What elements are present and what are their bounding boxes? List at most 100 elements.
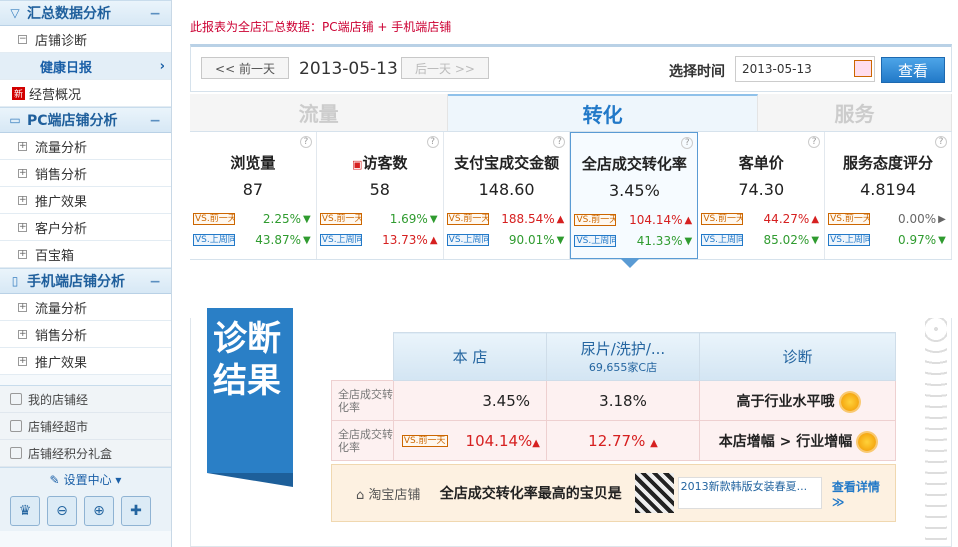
tool-gift-box[interactable]: 店铺经积分礼盒 xyxy=(0,440,171,467)
table-row: 全店成交转化率 3.45% 3.18% 高于行业水平哦 xyxy=(331,380,896,421)
table-row: 全店成交转化率 VS.前一天 104.14%▲ 12.77% ▲ 本店增幅 > 行… xyxy=(331,420,896,461)
trend-down-icon: ▼ xyxy=(429,213,438,225)
chef-icon[interactable]: ♛ xyxy=(10,496,40,526)
tab-service[interactable]: 服务 xyxy=(758,94,952,131)
metric-card[interactable]: ? 全店成交转化率 3.45% VS.前一天104.14%▲ VS.上周同期41.33%… xyxy=(570,132,699,259)
monitor-icon: ▭ xyxy=(9,113,21,127)
metric-card[interactable]: ?服务态度评分 4.8194 VS.前一天0.00%▶ VS.上周同期0.97%▼ xyxy=(825,132,952,259)
book-icon xyxy=(10,393,22,405)
section-title: 汇总数据分析 xyxy=(27,6,111,22)
compare-last-week: VS.上周同期0.97%▼ xyxy=(828,233,948,247)
current-date: 2013-05-13 xyxy=(299,59,398,79)
date-controls: << 前一天 2013-05-13 后一天 >> 选择时间 查看 xyxy=(190,44,952,92)
arrow-up-icon: ▲ xyxy=(532,437,540,449)
compare-last-week: VS.上周同期85.02%▼ xyxy=(701,233,821,247)
nav-health-daily[interactable]: 健康日报 › xyxy=(0,53,171,80)
metric-name: ▣访客数 xyxy=(352,154,408,172)
trend-down-icon: ▼ xyxy=(303,234,311,246)
spiral-decoration xyxy=(925,318,947,547)
metric-value: 4.8194 xyxy=(860,180,917,199)
nav-mobile-sales[interactable]: + 销售分析 xyxy=(0,321,171,348)
section-mobile[interactable]: ▯ 手机端店铺分析 − xyxy=(0,268,171,294)
section-summary[interactable]: ▽ 汇总数据分析 − xyxy=(0,0,171,26)
compare-last-week: VS.上周同期41.33%▼ xyxy=(574,234,694,248)
metric-card[interactable]: ? 浏览量 87 VS.前一天2.25%▼ VS.上周同期43.87%▼ xyxy=(190,132,317,259)
plus-icon: + xyxy=(18,355,27,366)
view-details-link[interactable]: 查看详情 ≫ xyxy=(832,478,895,509)
plus-icon: + xyxy=(18,140,27,151)
view-button[interactable]: 查看 xyxy=(881,57,945,83)
metric-value: 148.60 xyxy=(478,180,535,199)
calendar-icon[interactable] xyxy=(854,60,872,77)
metric-name: 服务态度评分 xyxy=(843,154,934,172)
prev-day-button[interactable]: << 前一天 xyxy=(201,57,289,79)
main-content: 此报表为全店汇总数据：PC端店铺 + 手机端店铺 << 前一天 2013-05-… xyxy=(190,0,958,547)
diagnosis-panel: 诊断结果 本 店 尿片/洗护/... 69,655家C店 诊断 全店成交转化率 3… xyxy=(190,308,952,547)
help-icon[interactable]: ? xyxy=(553,136,566,148)
product-thumbnail[interactable] xyxy=(634,473,674,513)
tool-list: 我的店铺经 店铺经超市 店铺经积分礼盒 xyxy=(0,385,171,467)
next-day-button[interactable]: 后一天 >> xyxy=(401,57,489,79)
nav-pc-customer[interactable]: + 客户分析 xyxy=(0,214,171,241)
help-icon[interactable]: ? xyxy=(426,136,439,148)
help-icon[interactable]: ? xyxy=(681,137,694,149)
trend-down-icon: ▼ xyxy=(811,234,820,246)
user-minus-icon[interactable]: ⊖ xyxy=(47,496,77,526)
cart-icon xyxy=(10,420,22,432)
plus-icon: + xyxy=(18,301,27,312)
section-pc[interactable]: ▭ PC端店铺分析 − xyxy=(0,107,171,133)
trend-up-icon: ▲ xyxy=(811,213,820,225)
sun-icon xyxy=(840,392,859,411)
collapse-icon[interactable]: − xyxy=(149,274,161,290)
minus-icon: − xyxy=(18,33,27,44)
tab-conversion[interactable]: 转化 xyxy=(448,94,759,131)
mobile-icon: ▯ xyxy=(11,274,19,288)
diagnosis-table: 本 店 尿片/洗护/... 69,655家C店 诊断 全店成交转化率 3.45% … xyxy=(331,332,896,461)
trend-up-icon: ▲ xyxy=(556,213,565,225)
nav-business-overview[interactable]: 新经营概况 xyxy=(0,80,171,107)
compare-prev-day: VS.前一天 2.25% ▼ xyxy=(193,212,313,226)
user-plus-icon[interactable]: ✚ xyxy=(121,496,151,526)
col-industry[interactable]: 尿片/洗护/... 69,655家C店 xyxy=(546,332,700,381)
metric-cards: ? 浏览量 87 VS.前一天2.25%▼ VS.上周同期43.87%▼? ▣访客数 58 V… xyxy=(190,132,952,260)
trend-down-icon: ▼ xyxy=(684,235,693,247)
tool-store-market[interactable]: 店铺经超市 xyxy=(0,413,171,440)
report-note: 此报表为全店汇总数据：PC端店铺 + 手机端店铺 xyxy=(190,20,452,34)
filter-icon: ▽ xyxy=(10,6,20,20)
product-name-link[interactable]: 2013新款韩版女装春夏... xyxy=(677,477,822,509)
help-icon[interactable]: ? xyxy=(934,136,947,148)
nav-mobile-traffic[interactable]: + 流量分析 xyxy=(0,294,171,321)
metric-card[interactable]: ? 支付宝成交金额 148.60 VS.前一天188.54%▲ VS.上周同期90.01… xyxy=(443,132,571,259)
settings-buttons: ♛ ⊖ ⊕ ✚ xyxy=(0,491,171,531)
metric-name: 支付宝成交金额 xyxy=(454,154,560,172)
nav-pc-promo[interactable]: + 推广效果 xyxy=(0,187,171,214)
visitor-icon: ▣ xyxy=(352,158,363,171)
sidebar: ▽ 汇总数据分析 − − 店铺诊断 健康日报 › 新经营概况 ▭ PC端店铺分析 − + 流量… xyxy=(0,0,172,547)
tool-my-store[interactable]: 我的店铺经 xyxy=(0,386,171,413)
metric-card[interactable]: ? 客单价 74.30 VS.前一天44.27%▲ VS.上周同期85.02%▼ xyxy=(698,132,826,259)
compare-last-week: VS.上周同期13.73%▲ xyxy=(319,233,440,247)
nav-pc-sales[interactable]: + 销售分析 xyxy=(0,160,171,187)
compare-last-week: VS.上周同期90.01%▼ xyxy=(446,233,567,247)
nav-store-diagnosis[interactable]: − 店铺诊断 xyxy=(0,26,171,53)
compare-prev-day: VS.前一天 188.54% ▲ xyxy=(446,212,567,226)
collapse-icon[interactable]: − xyxy=(149,113,161,129)
col-store: 本 店 xyxy=(393,332,547,381)
help-icon[interactable]: ? xyxy=(808,136,821,148)
metric-card[interactable]: ? ▣访客数 58 VS.前一天1.69%▼ VS.上周同期13.73%▲ xyxy=(316,132,444,259)
nav-pc-traffic[interactable]: + 流量分析 xyxy=(0,133,171,160)
col-diagnosis: 诊断 xyxy=(699,332,896,381)
nav-mobile-promo[interactable]: + 推广效果 xyxy=(0,348,171,375)
metric-name: 全店成交转化率 xyxy=(581,155,687,173)
trend-down-icon: ▼ xyxy=(303,213,311,225)
collapse-icon[interactable]: − xyxy=(149,6,161,22)
plus-icon: + xyxy=(18,328,27,339)
arrow-up-icon: ▲ xyxy=(650,437,658,449)
trend-down-icon: ▼ xyxy=(938,234,946,246)
plus-icon: + xyxy=(18,248,27,259)
nav-pc-toolbox[interactable]: + 百宝箱 xyxy=(0,241,171,268)
user-add-icon[interactable]: ⊕ xyxy=(84,496,114,526)
settings-center[interactable]: ✎ 设置中心 ▾ xyxy=(0,467,171,491)
help-icon[interactable]: ? xyxy=(299,136,312,148)
tab-traffic[interactable]: 流量 xyxy=(190,94,449,131)
